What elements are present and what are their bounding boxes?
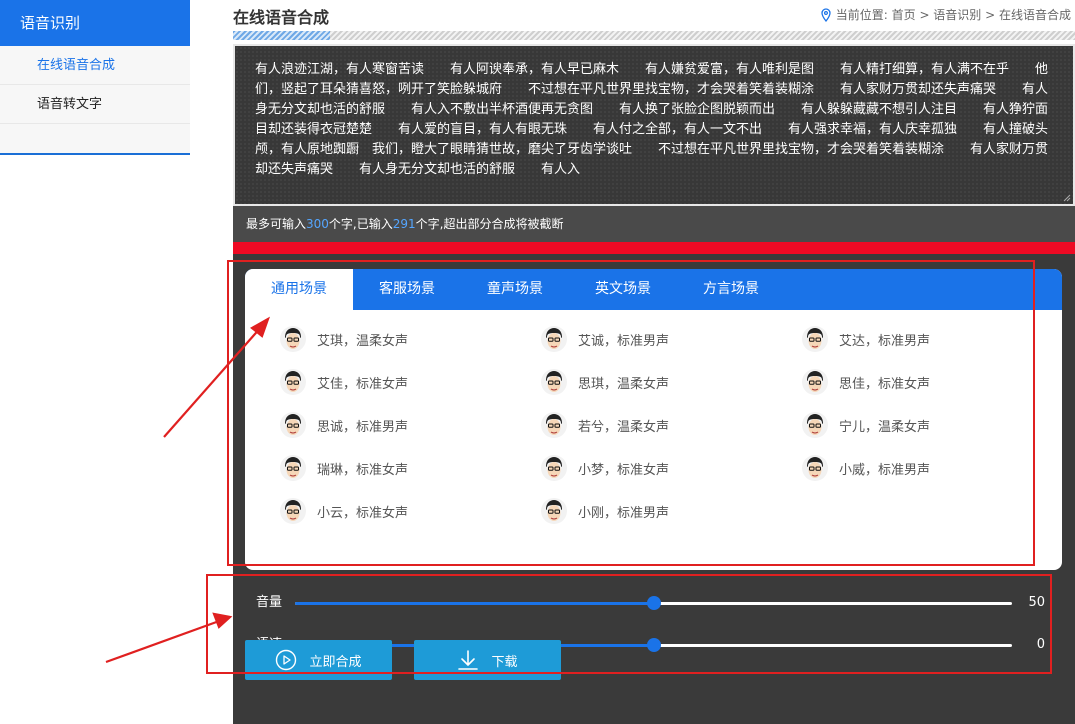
text-input-area[interactable]: 有人浪迹江湖，有人寒窗苦读 有人阿谀奉承，有人早已麻木 有人嫌贫爱富，有人唯利是…: [233, 44, 1075, 206]
title-divider-accent: [233, 31, 330, 40]
sidebar: 语音识别 在线语音合成 语音转文字: [0, 0, 190, 155]
breadcrumb-text: 当前位置: 首页 > 语音识别 > 在线语音合成: [835, 8, 1071, 22]
char-count-info: 最多可输入300个字,已输入291个字,超出部分合成将被截断: [233, 206, 1075, 242]
annotation-arrow-2: [105, 618, 223, 664]
sidebar-empty-slot: [0, 124, 190, 153]
info-suffix: 个字,超出部分合成将被截断: [415, 217, 564, 231]
sidebar-header: 语音识别: [0, 0, 190, 46]
sidebar-item-tts[interactable]: 在线语音合成: [0, 46, 190, 85]
red-divider: [233, 242, 1075, 254]
location-pin-icon: [821, 7, 831, 22]
typed-chars: 291: [392, 217, 416, 231]
info-prefix: 最多可输入: [246, 217, 307, 231]
annotation-box-voices: [227, 260, 1035, 566]
sidebar-item-stt[interactable]: 语音转文字: [0, 85, 190, 124]
title-divider: [233, 31, 1075, 40]
max-chars: 300: [306, 217, 329, 231]
page-title: 在线语音合成: [233, 8, 330, 27]
annotation-box-sliders: [206, 574, 1052, 674]
breadcrumb: 当前位置: 首页 > 语音识别 > 在线语音合成: [820, 6, 1071, 23]
info-mid: 个字,已输入: [328, 217, 393, 231]
resize-handle-icon[interactable]: [1063, 194, 1071, 202]
text-input[interactable]: 有人浪迹江湖，有人寒窗苦读 有人阿谀奉承，有人早已麻木 有人嫌贫爱富，有人唯利是…: [235, 46, 1073, 204]
